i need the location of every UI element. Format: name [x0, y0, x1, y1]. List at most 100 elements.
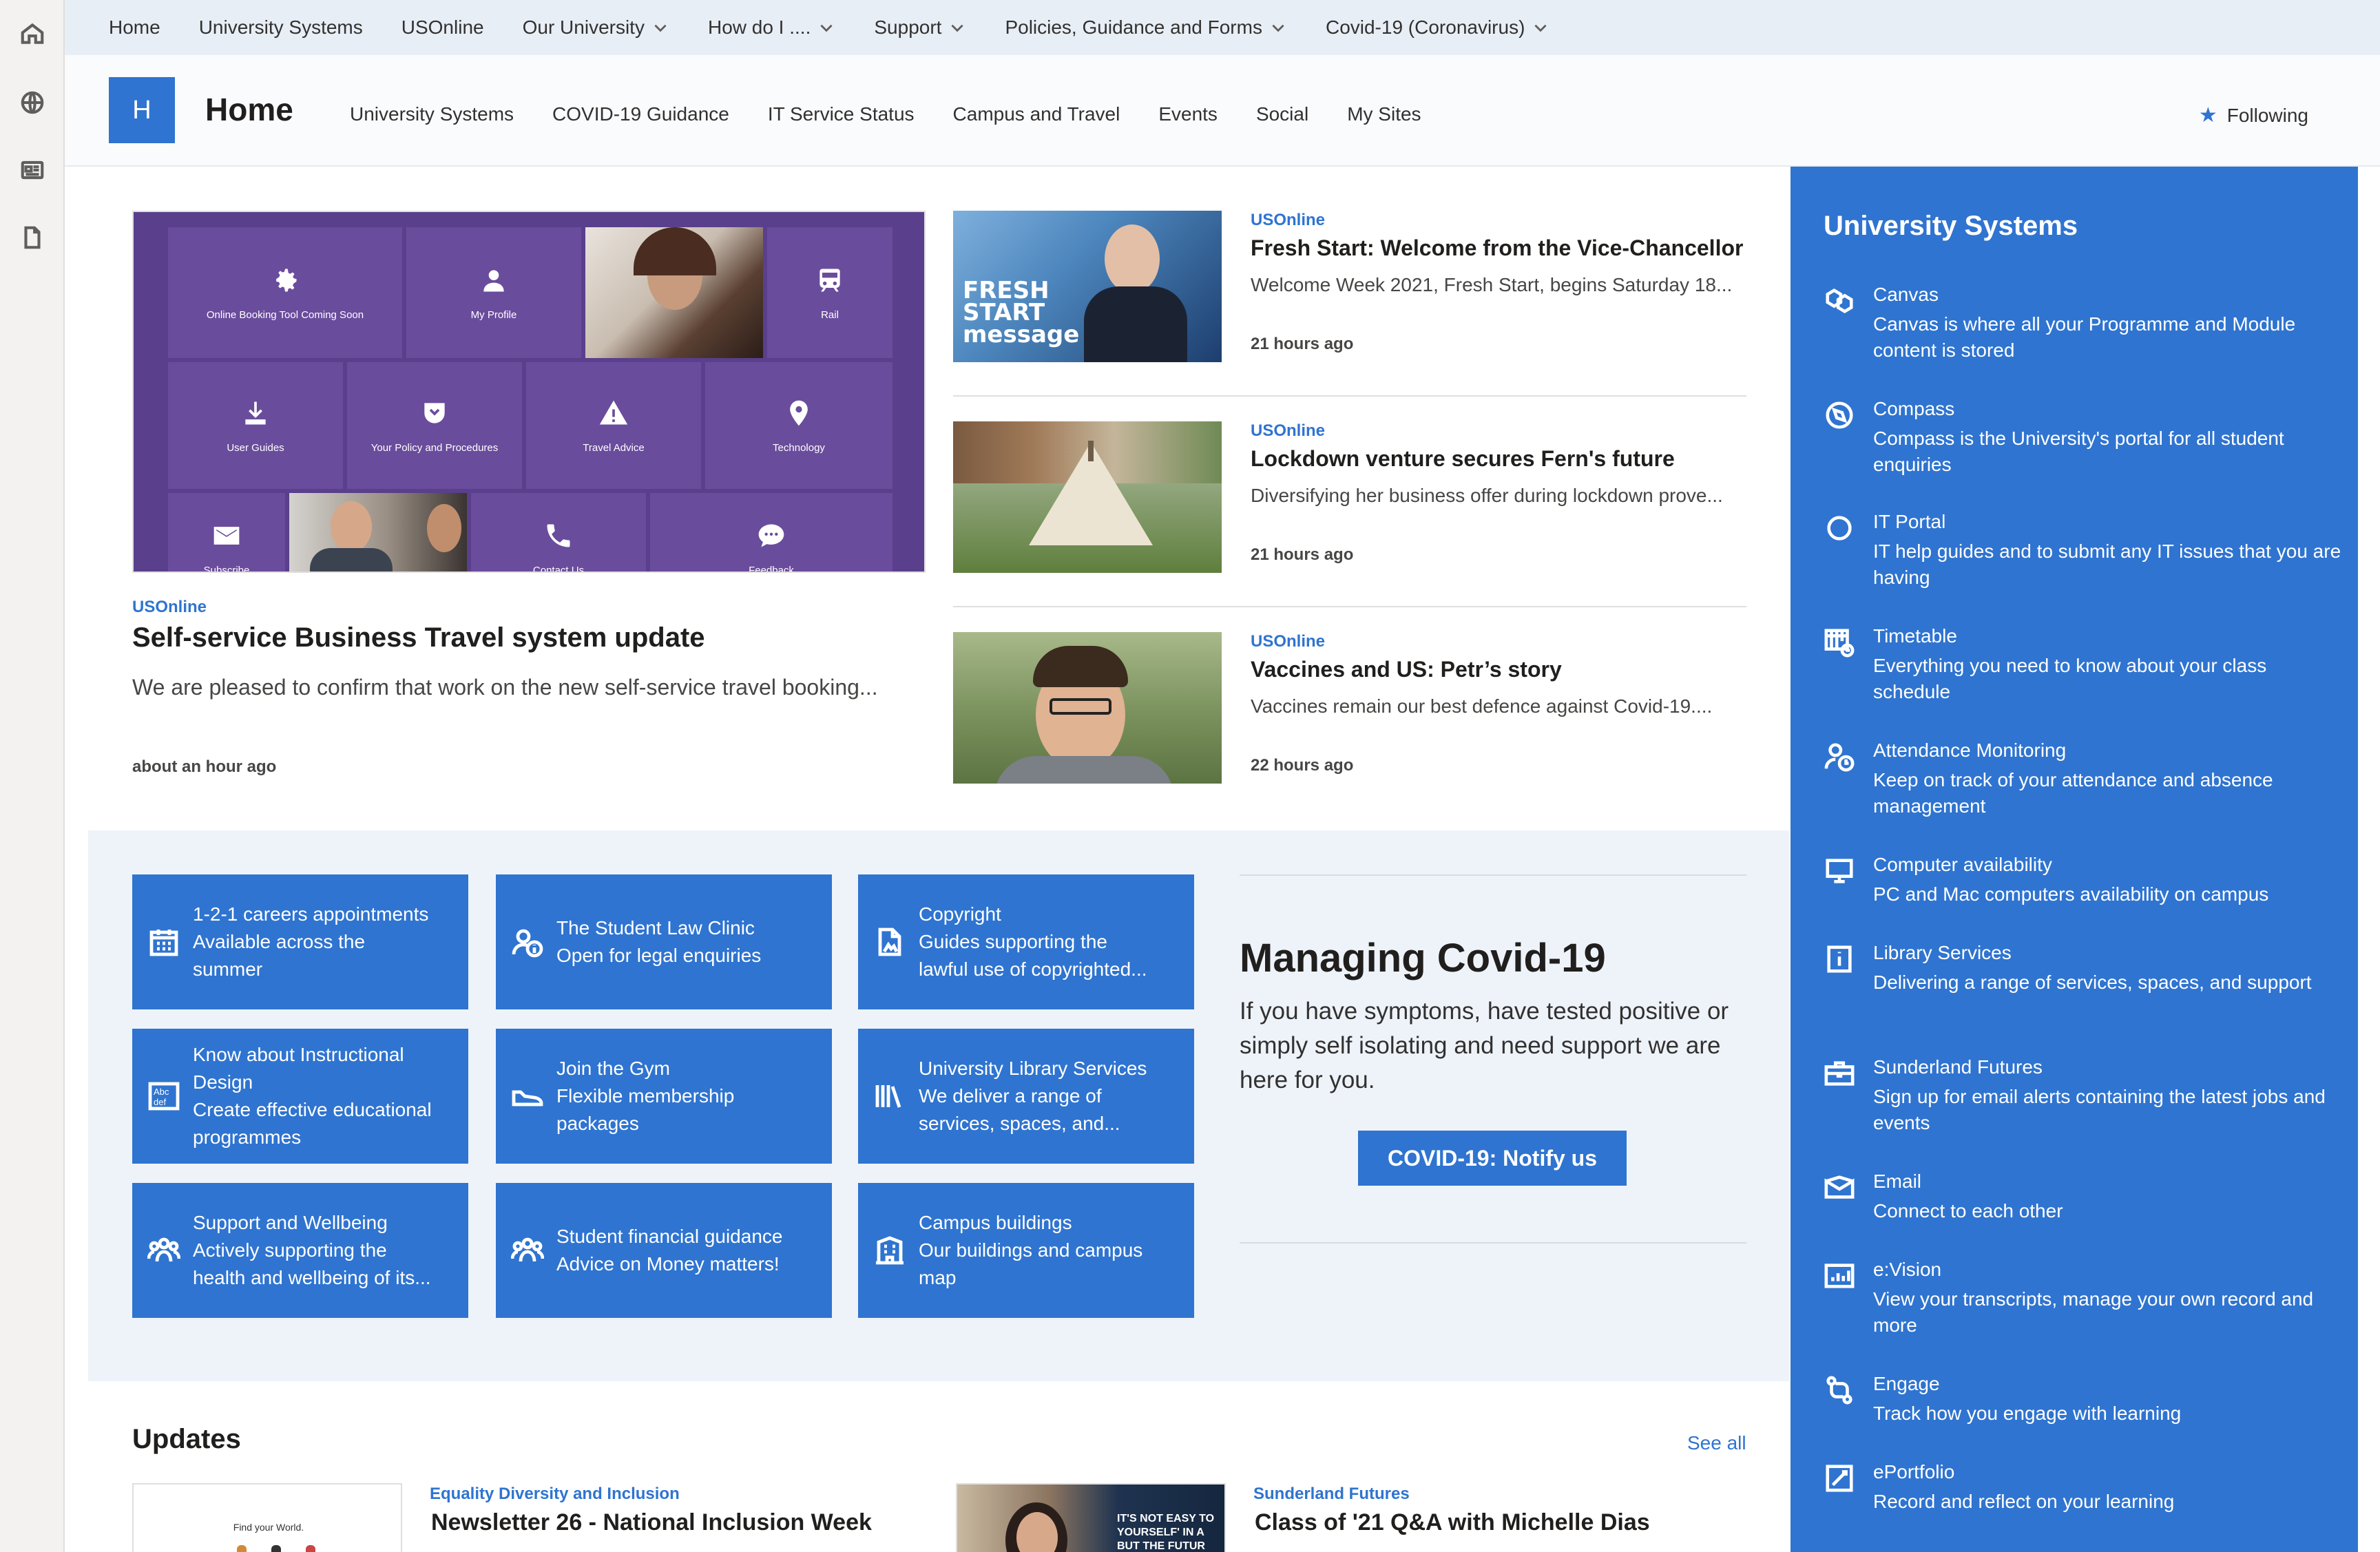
- quick-link-desc: Open for legal enquiries: [556, 945, 762, 966]
- quick-link-desc: packages: [556, 1113, 639, 1134]
- hub-nav-our-university[interactable]: Our University: [523, 17, 669, 39]
- site-nav-campus-travel[interactable]: Campus and Travel: [953, 103, 1120, 125]
- quick-link-desc: services, spaces, and...: [919, 1113, 1120, 1134]
- news-thumbnail-tent: [953, 421, 1222, 573]
- news-title[interactable]: Vaccines and US: Petr’s story: [1251, 657, 1562, 682]
- update-thumbnail-michelle[interactable]: IT'S NOT EASY TO YOURSELF' IN A BUT THE …: [956, 1483, 1226, 1552]
- document-icon[interactable]: [17, 222, 48, 253]
- calendar-icon: [147, 925, 180, 958]
- site-nav-my-sites[interactable]: My Sites: [1347, 103, 1421, 125]
- news-title[interactable]: Lockdown venture secures Fern's future: [1251, 446, 1675, 472]
- hero-image[interactable]: Online Booking Tool Coming Soon My Profi…: [132, 211, 926, 573]
- quick-link-instructional-design[interactable]: Abc def Know about Instructional Design Cre…: [132, 1029, 468, 1164]
- hub-nav-label: University Systems: [198, 17, 363, 38]
- photo-woman-on-phone: [585, 227, 763, 358]
- circle-icon: [1824, 512, 1855, 544]
- quick-link-law-clinic[interactable]: The Student Law Clinic Open for legal enq…: [496, 874, 832, 1009]
- quick-link-desc: Advice on Money matters!: [556, 1253, 780, 1275]
- hub-nav-university-systems[interactable]: University Systems: [199, 17, 363, 39]
- news-time: 21 hours ago: [1251, 545, 1354, 564]
- hub-nav-usonline[interactable]: USOnline: [401, 17, 484, 39]
- quick-link-title: Campus buildings: [919, 1212, 1072, 1233]
- pocket-icon: [424, 402, 445, 423]
- tile-label: Feedback: [749, 565, 794, 573]
- hero-news-title[interactable]: Self-service Business Travel system upda…: [132, 622, 705, 653]
- info-icon: [1824, 943, 1855, 975]
- svg-text:def: def: [154, 1097, 166, 1107]
- hub-nav-home[interactable]: Home: [109, 17, 160, 39]
- quick-link-careers[interactable]: 1-2-1 careers appointments Available acro…: [132, 874, 468, 1009]
- engage-icon: [1824, 1374, 1855, 1406]
- university-systems-panel: University Systems Canvas Canvas is wher…: [1791, 167, 2358, 1552]
- site-nav-university-systems[interactable]: University Systems: [350, 103, 514, 125]
- site-logo[interactable]: H: [109, 77, 175, 143]
- covid-notify-button[interactable]: COVID-19: Notify us: [1358, 1131, 1627, 1186]
- tile-label: Technology: [773, 441, 825, 454]
- hub-nav-how-do-i[interactable]: How do I ....: [708, 17, 835, 39]
- tile-rail: Rail: [767, 227, 892, 358]
- covid-callout: Managing Covid-19 If you have symptoms, …: [1240, 874, 1746, 1244]
- quick-link-gym[interactable]: Join the Gym Flexible membership packages: [496, 1029, 832, 1164]
- quick-link-campus-buildings[interactable]: Campus buildings Our buildings and campus…: [858, 1183, 1194, 1318]
- quick-link-desc: Guides supporting the: [919, 931, 1107, 952]
- updates-heading: Updates: [132, 1424, 241, 1454]
- site-nav-social[interactable]: Social: [1256, 103, 1308, 125]
- quick-link-desc: health and wellbeing of its...: [193, 1267, 431, 1288]
- app-rail: [0, 0, 65, 1552]
- news-time: 21 hours ago: [1251, 335, 1354, 353]
- hub-nav-support[interactable]: Support: [874, 17, 966, 39]
- news-card[interactable]: USOnline Vaccines and US: Petr’s story V…: [953, 632, 1746, 818]
- update-source[interactable]: Equality Diversity and Inclusion: [430, 1485, 680, 1504]
- update-thumbnail-inclusion[interactable]: Find your World.: [132, 1483, 402, 1552]
- system-desc: Compass is the University's portal for a…: [1873, 428, 2284, 475]
- quick-link-library[interactable]: University Library Services We deliver a …: [858, 1029, 1194, 1164]
- news-source[interactable]: USOnline: [1251, 211, 1325, 230]
- news-source[interactable]: USOnline: [1251, 632, 1325, 651]
- system-name: Attendance Monitoring: [1873, 740, 2067, 761]
- download-icon: [245, 401, 266, 424]
- hub-nav-policies[interactable]: Policies, Guidance and Forms: [1005, 17, 1287, 39]
- news-source[interactable]: USOnline: [1251, 421, 1325, 441]
- quick-link-financial-guidance[interactable]: Student financial guidance Advice on Mone…: [496, 1183, 832, 1318]
- see-all-link[interactable]: See all: [1687, 1432, 1746, 1454]
- globe-icon[interactable]: [17, 87, 48, 118]
- quick-link-copyright[interactable]: Copyright Guides supporting the lawful use…: [858, 874, 1194, 1009]
- system-name: ePortfolio: [1873, 1461, 1955, 1482]
- news-title[interactable]: Fresh Start: Welcome from the Vice-Chanc…: [1251, 235, 1743, 261]
- systems-title: University Systems: [1824, 211, 2078, 241]
- system-name: Sunderland Futures: [1873, 1056, 2043, 1078]
- site-nav-it-service-status[interactable]: IT Service Status: [768, 103, 915, 125]
- update-title[interactable]: Class of '21 Q&A with Michelle Dias: [1255, 1509, 1650, 1536]
- news-icon[interactable]: [17, 154, 48, 186]
- update-title[interactable]: Newsletter 26 - National Inclusion Week: [431, 1509, 872, 1536]
- site-title[interactable]: Home: [205, 91, 293, 128]
- covid-title: Managing Covid-19: [1240, 936, 1606, 981]
- site-nav-covid-guidance[interactable]: COVID-19 Guidance: [552, 103, 729, 125]
- update-source[interactable]: Sunderland Futures: [1253, 1485, 1410, 1504]
- tile-label: Your Policy and Procedures: [370, 441, 499, 454]
- quick-link-title: University Library Services: [919, 1058, 1147, 1079]
- books-icon: [873, 1080, 906, 1113]
- tile-label: Rail: [821, 308, 839, 321]
- site-nav-events[interactable]: Events: [1158, 103, 1218, 125]
- quick-link-desc: map: [919, 1267, 957, 1288]
- portfolio-icon: [1824, 1462, 1855, 1494]
- chat-bubble-icon: [758, 524, 784, 547]
- svg-text:Abc: Abc: [154, 1087, 169, 1097]
- covid-text: If you have symptoms, have tested positi…: [1240, 998, 1729, 1093]
- system-desc: Track how you engage with learning: [1873, 1403, 2182, 1424]
- quick-link-desc: We deliver a range of: [919, 1085, 1102, 1107]
- system-name: Email: [1873, 1171, 1922, 1192]
- system-name: Computer availability: [1873, 854, 2052, 875]
- quick-link-desc: Available across the: [193, 931, 366, 952]
- quick-link-wellbeing[interactable]: Support and Wellbeing Actively supporting…: [132, 1183, 468, 1318]
- hub-nav-covid[interactable]: Covid-19 (Coronavirus): [1326, 17, 1549, 39]
- hero-news-source[interactable]: USOnline: [132, 598, 207, 617]
- following-button[interactable]: ★ Following: [2199, 103, 2308, 127]
- home-icon[interactable]: [17, 18, 48, 50]
- news-card[interactable]: USOnline Lockdown venture secures Fern's…: [953, 421, 1746, 607]
- copyright-doc-icon: [873, 925, 906, 958]
- people-icon: [510, 1234, 545, 1267]
- gear-icon: [276, 269, 297, 291]
- news-card[interactable]: FRESH START message USOnline Fresh Start…: [953, 211, 1746, 397]
